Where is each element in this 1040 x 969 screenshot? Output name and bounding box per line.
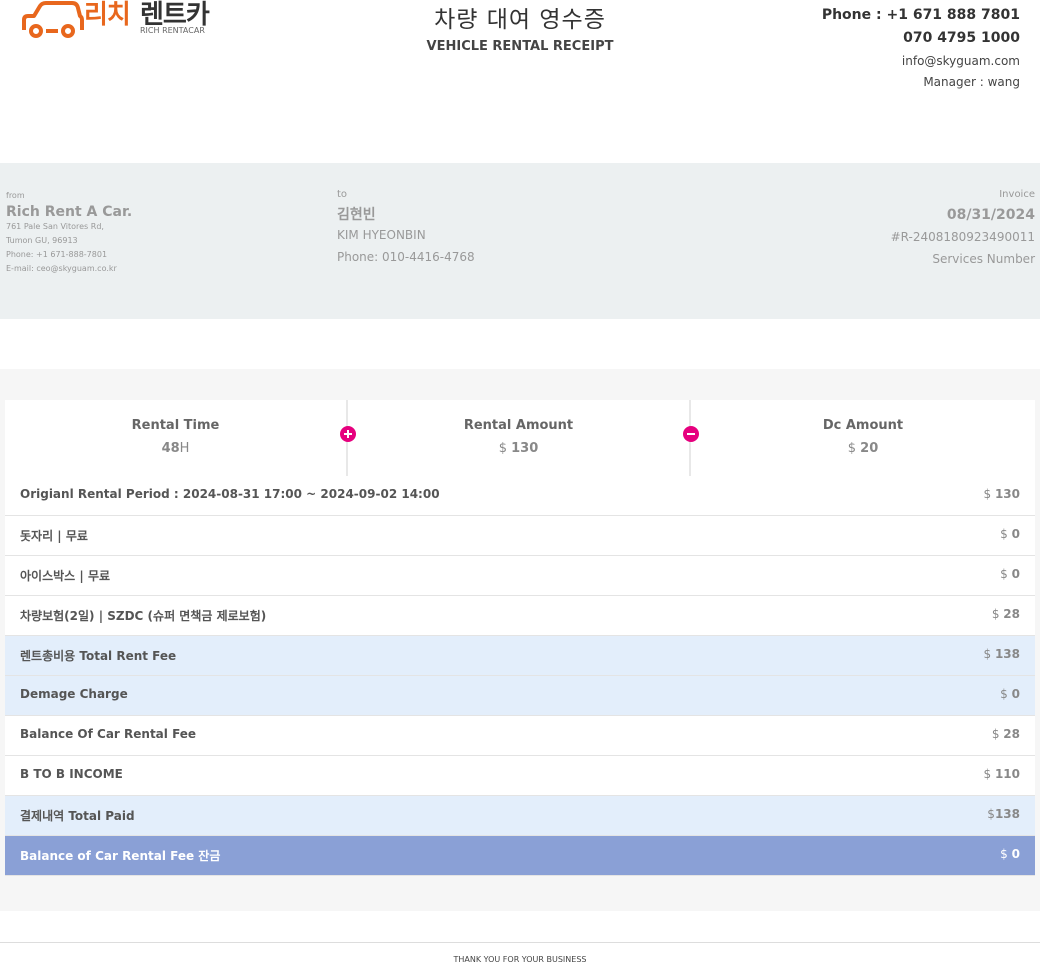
row-description: 아이스박스 | 무료 [20,569,111,583]
invoice-block: Invoice 08/31/2024 #R-2408180923490011 S… [891,189,1035,270]
row-currency: $ [1000,847,1008,861]
row-currency: $ [983,487,992,501]
balance-total-row: Balance of Car Rental Fee 잔금 $ 0 [5,836,1035,876]
dc-amount-label: Dc Amount [822,418,904,433]
row-amount-value: 130 [994,487,1020,501]
rental-amount-number: 130 [511,441,539,456]
rental-amount-label: Rental Amount [463,418,574,433]
invoice-label: Invoice [999,189,1035,200]
rental-time-number: 48 [161,441,180,456]
row-description: 렌트총비용 Total Rent Fee [20,649,177,663]
charges-table: Origianl Rental Period : 2024-08-31 17:0… [5,476,1035,876]
row-amount: $ 0 [1000,687,1020,701]
rental-amount-currency: $ [498,441,507,456]
to-block: to 김현빈 KIM HYEONBIN Phone: 010-4416-4768 [337,189,475,268]
footer-thank-you: THANK YOU FOR YOUR BUSINESS [453,955,587,964]
dc-amount-currency: $ [847,441,857,456]
row-currency: $ [1000,527,1008,541]
dc-amount-cell: Dc Amount $ 20 [691,400,1035,476]
contact-info: Phone : +1 671 888 7801 070 4795 1000 in… [822,4,1020,93]
row-description: 차량보험(2일) | SZDC (슈퍼 면책금 제로보험) [20,609,267,623]
invoice-info-band: from Rich Rent A Car. 761 Pale San Vitor… [0,163,1040,319]
dc-amount-number: 20 [860,441,879,456]
row-amount-value: 28 [1003,727,1020,741]
row-description: Balance Of Car Rental Fee [20,727,197,741]
row-amount: $ 0 [1000,527,1020,541]
invoice-date: 08/31/2024 [946,207,1035,223]
rental-time-value: 48H [5,441,346,456]
row-currency: $ [991,607,1000,621]
row-amount-value: 110 [994,767,1020,781]
charges-section: Rental Time 48H Rental Amount $ 130 Dc A… [0,369,1040,911]
table-row: 결제내역 Total Paid $138 [5,796,1035,836]
rental-time-cell: Rental Time 48H [5,400,346,476]
table-row: 차량보험(2일) | SZDC (슈퍼 면책금 제로보험) $ 28 [5,596,1035,636]
row-amount-value: 138 [994,807,1020,821]
table-row: B TO B INCOME $ 110 [5,756,1035,796]
row-currency: $ [983,647,992,661]
from-email: E-mail: ceo@skyguam.co.kr [6,264,117,273]
row-currency: $ [1000,687,1008,701]
row-amount: $ 138 [983,647,1020,661]
customer-name-korean: 김현빈 [337,207,376,223]
table-row: Balance Of Car Rental Fee $ 28 [5,716,1035,756]
rental-time-unit: H [179,441,190,456]
row-amount: $ 28 [992,727,1020,741]
receipt-header: 리치 렌트카 RICH RENTACAR 차량 대여 영수증 VEHICLE R… [0,0,1040,120]
row-amount: $ 0 [1000,567,1020,581]
row-amount: $ 110 [983,767,1020,781]
row-description: Balance of Car Rental Fee 잔금 [20,849,221,863]
row-description: Origianl Rental Period : 2024-08-31 17:0… [20,487,440,501]
services-number-label: Services Number [932,252,1035,266]
row-amount-value: 0 [1011,527,1020,541]
invoice-number: #R-2408180923490011 [890,230,1035,244]
table-row: 렌트총비용 Total Rent Fee $ 138 [5,636,1035,676]
table-row: 돗자리 | 무료 $ 0 [5,516,1035,556]
row-amount-value: 0 [1011,847,1020,861]
contact-phone-primary: Phone : +1 671 888 7801 [821,7,1020,23]
row-description: 돗자리 | 무료 [20,529,88,543]
row-description: 결제내역 Total Paid [20,809,135,823]
customer-name-english: KIM HYEONBIN [337,228,426,242]
from-block: from Rich Rent A Car. 761 Pale San Vitor… [6,191,132,276]
table-row: Origianl Rental Period : 2024-08-31 17:0… [5,476,1035,516]
rental-amount-cell: Rental Amount $ 130 [348,400,689,476]
contact-email: info@skyguam.com [901,54,1020,68]
rental-time-label: Rental Time [131,418,220,433]
dc-amount-value: $ 20 [691,441,1035,456]
from-label: from [6,191,25,200]
row-amount-value: 138 [994,647,1020,661]
contact-manager: Manager : wang [923,75,1020,89]
row-amount: $ 28 [992,607,1020,621]
from-phone: Phone: +1 671-888-7801 [6,250,108,259]
row-amount-value: 28 [1003,607,1020,621]
row-description: B TO B INCOME [20,767,123,781]
row-currency: $ [1000,567,1008,581]
rental-amount-value: $ 130 [348,441,689,456]
table-row: 아이스박스 | 무료 $ 0 [5,556,1035,596]
rental-summary: Rental Time 48H Rental Amount $ 130 Dc A… [5,400,1035,477]
from-address-line1: 761 Pale San Vitores Rd, [6,222,104,231]
to-label: to [337,189,348,200]
row-amount: $ 130 [983,487,1020,501]
contact-phone-secondary: 070 4795 1000 [903,30,1020,46]
row-currency: $ [987,807,995,821]
from-company-name: Rich Rent A Car. [6,204,133,220]
row-currency: $ [991,727,1000,741]
customer-phone: Phone: 010-4416-4768 [337,250,475,264]
row-amount-value: 0 [1011,567,1020,581]
row-currency: $ [983,767,992,781]
row-description: Demage Charge [20,687,128,701]
from-address-line2: Tumon GU, 96913 [6,236,78,245]
row-amount: $ 0 [1000,847,1020,861]
footer-divider [0,942,1040,943]
row-amount: $138 [987,807,1020,821]
table-row: Demage Charge $ 0 [5,676,1035,716]
row-amount-value: 0 [1011,687,1020,701]
